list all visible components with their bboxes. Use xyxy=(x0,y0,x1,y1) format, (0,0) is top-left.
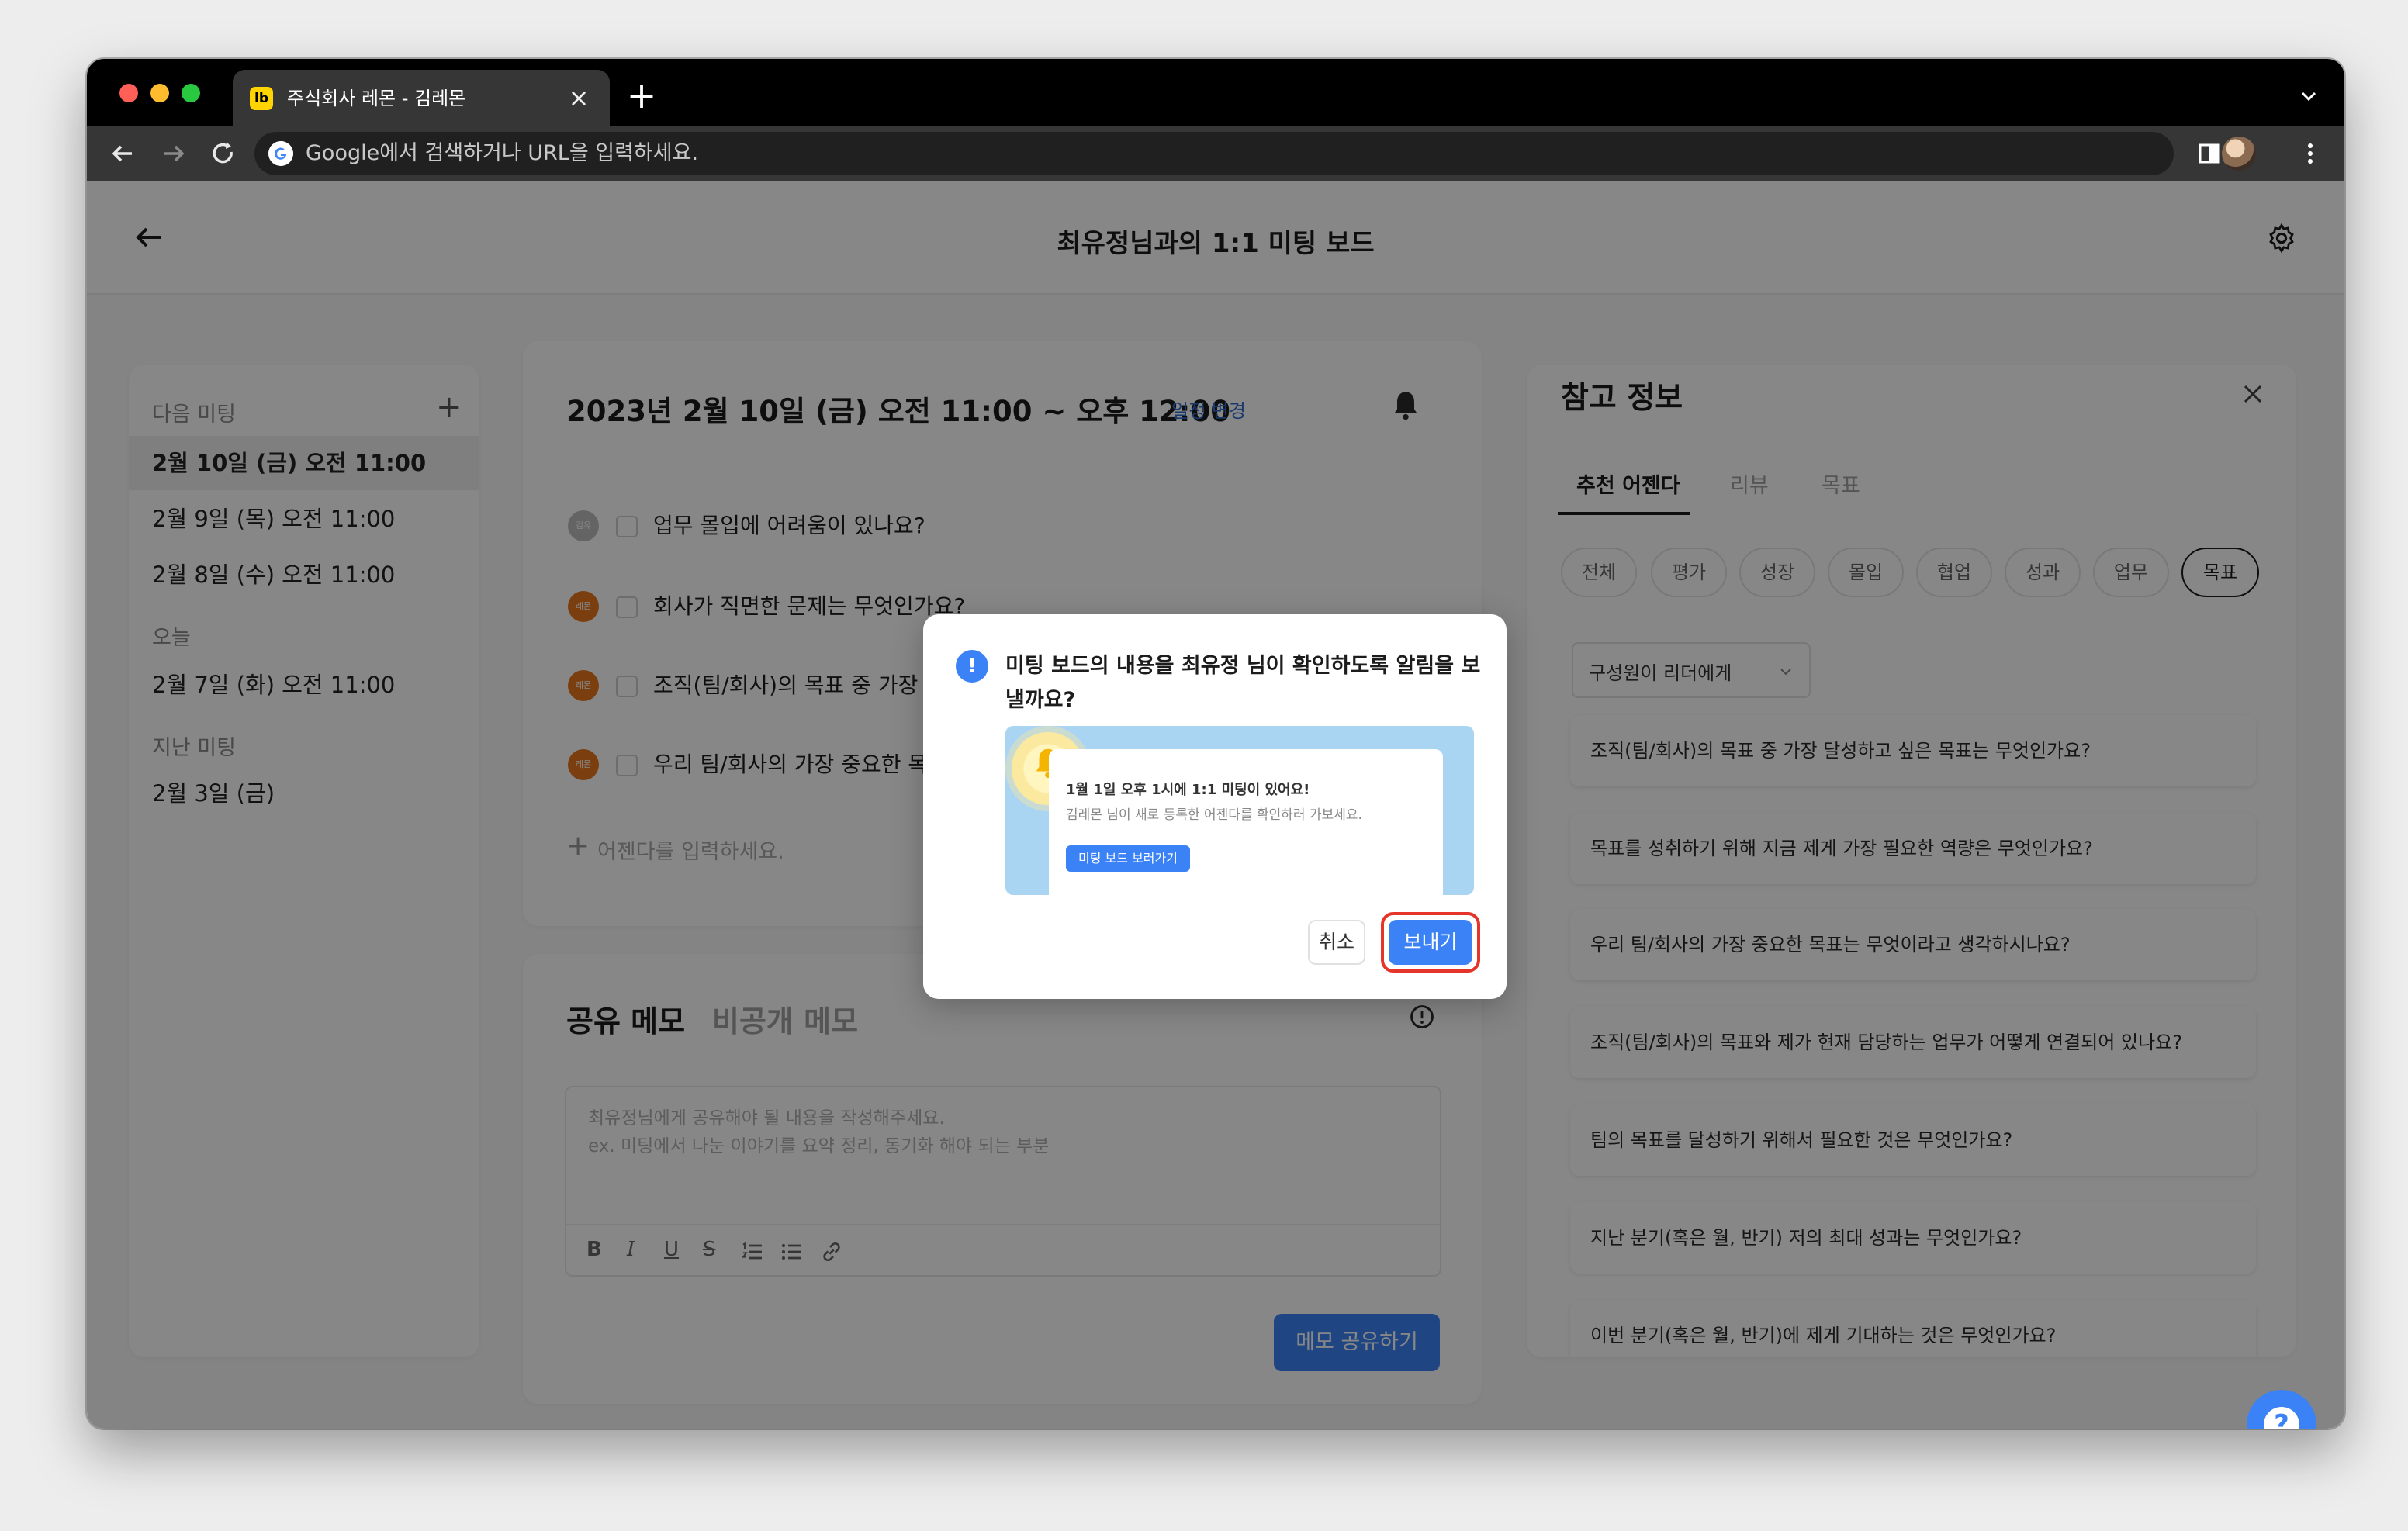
send-button[interactable]: 보내기 xyxy=(1389,920,1472,965)
cancel-button[interactable]: 취소 xyxy=(1308,920,1365,965)
tab-search-chevron-icon[interactable] xyxy=(2293,81,2324,112)
tab-title: 주식회사 레몬 - 김레몬 xyxy=(287,88,466,109)
maximize-window-icon[interactable] xyxy=(182,84,200,102)
google-icon xyxy=(268,141,293,166)
tab-bar: lb 주식회사 레몬 - 김레몬 × + xyxy=(87,59,2344,126)
dialog-message-line1: 미팅 보드의 내용을 최유정 님이 확인하도록 알림을 보 xyxy=(1005,654,1481,678)
browser-tab[interactable]: lb 주식회사 레몬 - 김레몬 × xyxy=(233,70,610,126)
preview-title: 1월 1일 오후 1시에 1:1 미팅이 있어요! xyxy=(1066,782,1310,798)
new-tab-button[interactable]: + xyxy=(622,78,661,116)
address-bar[interactable]: Google에서 검색하거나 URL을 입력하세요. xyxy=(254,132,2174,175)
browser-toolbar: Google에서 검색하거나 URL을 입력하세요. xyxy=(87,126,2344,181)
close-window-icon[interactable] xyxy=(119,84,138,102)
favicon-icon: lb xyxy=(250,87,273,110)
notification-preview: 1월 1일 오후 1시에 1:1 미팅이 있어요! 김레몬 님이 새로 등록한 … xyxy=(1005,726,1474,895)
alert-icon: ! xyxy=(956,650,988,683)
browser-menu-icon[interactable] xyxy=(2292,135,2329,172)
address-input[interactable]: Google에서 검색하거나 URL을 입력하세요. xyxy=(306,141,698,166)
reload-icon[interactable] xyxy=(205,135,242,172)
preview-body: 김레몬 님이 새로 등록한 어젠다를 확인하러 가보세요. xyxy=(1066,807,1362,823)
back-icon[interactable] xyxy=(104,135,141,172)
profile-avatar[interactable] xyxy=(2222,137,2256,171)
dialog-message-line2: 낼까요? xyxy=(1005,688,1076,712)
help-icon: ? xyxy=(2264,1407,2299,1429)
preview-button: 미팅 보드 보러가기 xyxy=(1066,845,1190,872)
forward-icon[interactable] xyxy=(155,135,192,172)
notify-confirm-dialog: ! 미팅 보드의 내용을 최유정 님이 확인하도록 알림을 보 낼까요? 1월 … xyxy=(923,614,1507,999)
close-tab-icon[interactable]: × xyxy=(562,81,596,115)
preview-card: 1월 1일 오후 1시에 1:1 미팅이 있어요! 김레몬 님이 새로 등록한 … xyxy=(1049,749,1443,895)
minimize-window-icon[interactable] xyxy=(150,84,169,102)
